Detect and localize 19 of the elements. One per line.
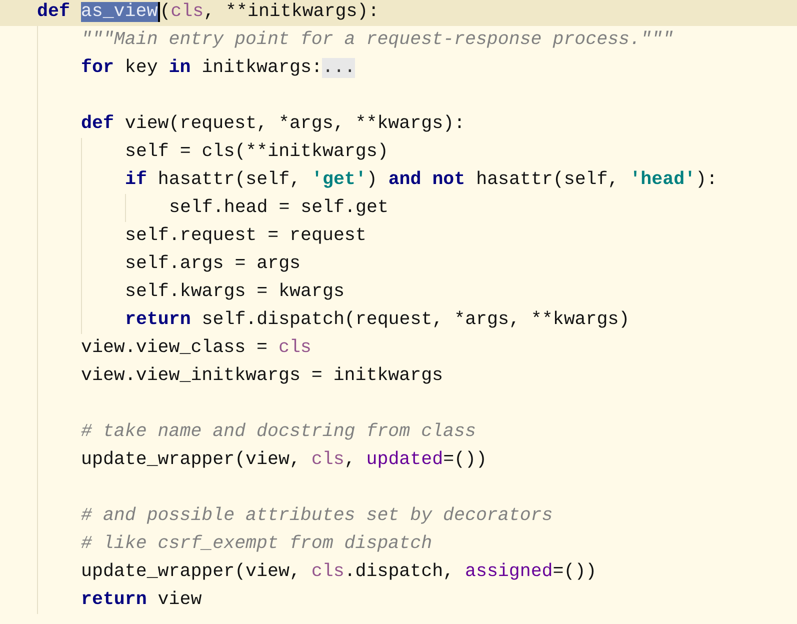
code-line: self.request = request: [125, 225, 366, 248]
code-line: update_wrapper(view, cls.dispatch, assigned=()): [81, 561, 597, 584]
code-line: if hasattr(self, 'get') and not hasattr(self, 'head'):: [125, 169, 718, 192]
code-line: self = cls(**initkwargs): [125, 141, 388, 164]
code-line: for key in initkwargs:...: [81, 57, 356, 80]
code-line: view.view_class = cls: [81, 337, 312, 360]
code-line: return self.dispatch(request, *args, **kwargs): [125, 309, 630, 332]
code-line: return view: [81, 589, 202, 612]
code-line: # like csrf_exempt from dispatch: [81, 533, 432, 556]
code-line: # and possible attributes set by decorators: [81, 505, 553, 528]
code-line: update_wrapper(view, cls, updated=()): [81, 449, 487, 472]
code-line: """Main entry point for a request-response process.""": [81, 29, 674, 52]
code-line: def view(request, *args, **kwargs):: [81, 113, 465, 136]
code-line: # take name and docstring from class: [81, 421, 476, 444]
code-line: def as_view(cls, **initkwargs):: [37, 1, 380, 24]
code-line: self.head = self.get: [169, 197, 388, 220]
code-line: view.view_initkwargs = initkwargs: [81, 365, 444, 388]
code-line: self.args = args: [125, 253, 301, 276]
code-line: self.kwargs = kwargs: [125, 281, 344, 304]
